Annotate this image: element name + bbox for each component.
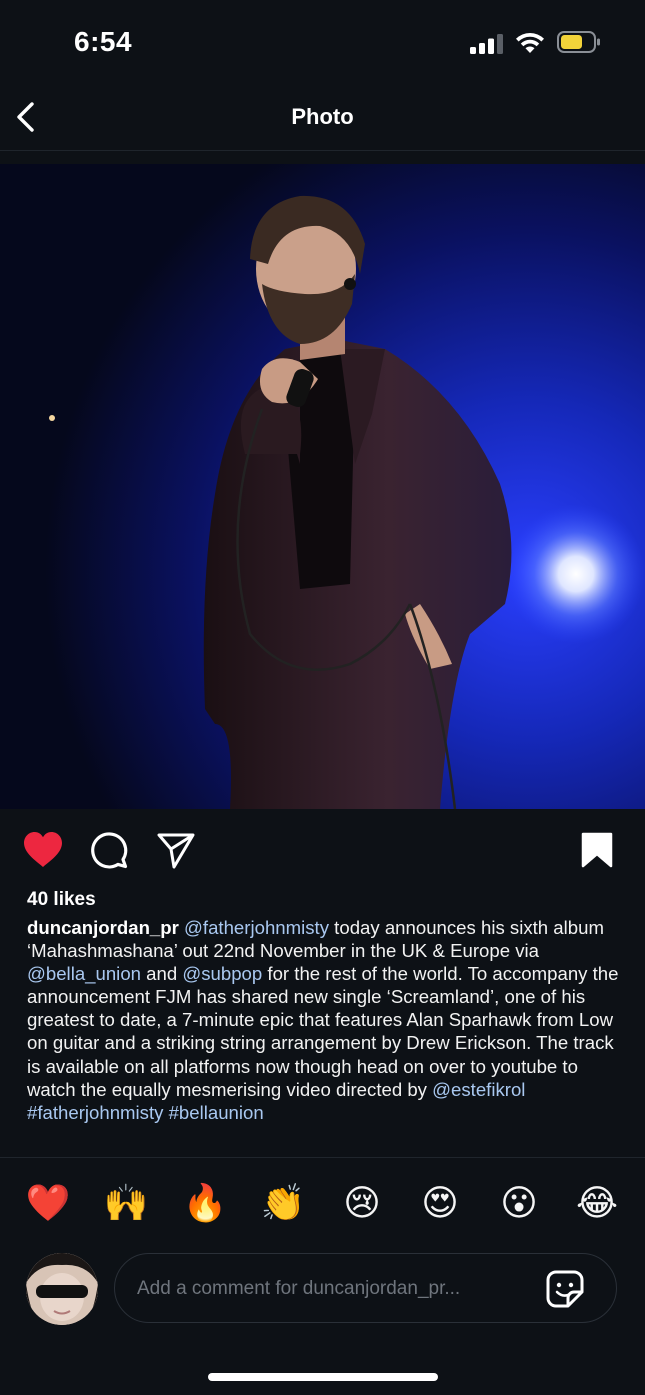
hashtag-bellaunion[interactable]: #bellaunion: [169, 1102, 264, 1123]
comment-box: [114, 1253, 617, 1323]
likes-count[interactable]: 40 likes: [27, 889, 96, 911]
sticker-icon[interactable]: [546, 1270, 584, 1308]
post-photo[interactable]: [0, 164, 645, 809]
reaction-tears-of-joy[interactable]: 😂: [572, 1176, 622, 1232]
cellular-signal-icon: [470, 34, 503, 54]
reaction-clapping-hands[interactable]: 👏: [258, 1176, 308, 1232]
reaction-crying-face[interactable]: 😢: [337, 1176, 387, 1232]
quick-reactions: ❤️ 🙌 🔥 👏 😢 😍 😮 😂: [0, 1176, 645, 1232]
mention-estefikrol[interactable]: @estefikrol: [432, 1079, 525, 1100]
home-indicator[interactable]: [208, 1373, 438, 1381]
avatar[interactable]: [26, 1253, 98, 1325]
mention-subpop[interactable]: @subpop: [182, 963, 262, 984]
mention-bella-union[interactable]: @bella_union: [27, 963, 141, 984]
paper-plane-icon[interactable]: [156, 832, 196, 870]
comment-input[interactable]: [135, 1254, 519, 1323]
mention-fatherjohnmisty[interactable]: @fatherjohnmisty: [184, 917, 329, 938]
nav-bar: Photo: [0, 88, 645, 151]
page-title: Photo: [291, 104, 354, 129]
reaction-heart-eyes[interactable]: 😍: [415, 1176, 465, 1232]
caption-text: and: [141, 963, 183, 985]
reaction-surprised-face[interactable]: 😮: [494, 1176, 544, 1232]
hashtag-fatherjohnmisty[interactable]: #fatherjohnmisty: [27, 1102, 163, 1123]
post-caption: duncanjordan_pr @fatherjohnmisty today a…: [27, 916, 627, 1124]
reaction-red-heart[interactable]: ❤️: [23, 1176, 73, 1232]
bookmark-icon[interactable]: [581, 832, 613, 868]
comment-bubble-icon[interactable]: [90, 831, 130, 871]
heart-icon[interactable]: [22, 831, 64, 869]
divider: [0, 1157, 645, 1158]
status-bar: 6:54: [0, 0, 645, 88]
caption-username[interactable]: duncanjordan_pr: [27, 917, 179, 938]
reaction-raised-hands[interactable]: 🙌: [101, 1176, 151, 1232]
battery-icon: [557, 31, 600, 53]
status-time: 6:54: [74, 26, 133, 57]
post-actions: [0, 826, 645, 876]
wifi-icon: [516, 33, 544, 53]
reaction-fire[interactable]: 🔥: [180, 1176, 230, 1232]
